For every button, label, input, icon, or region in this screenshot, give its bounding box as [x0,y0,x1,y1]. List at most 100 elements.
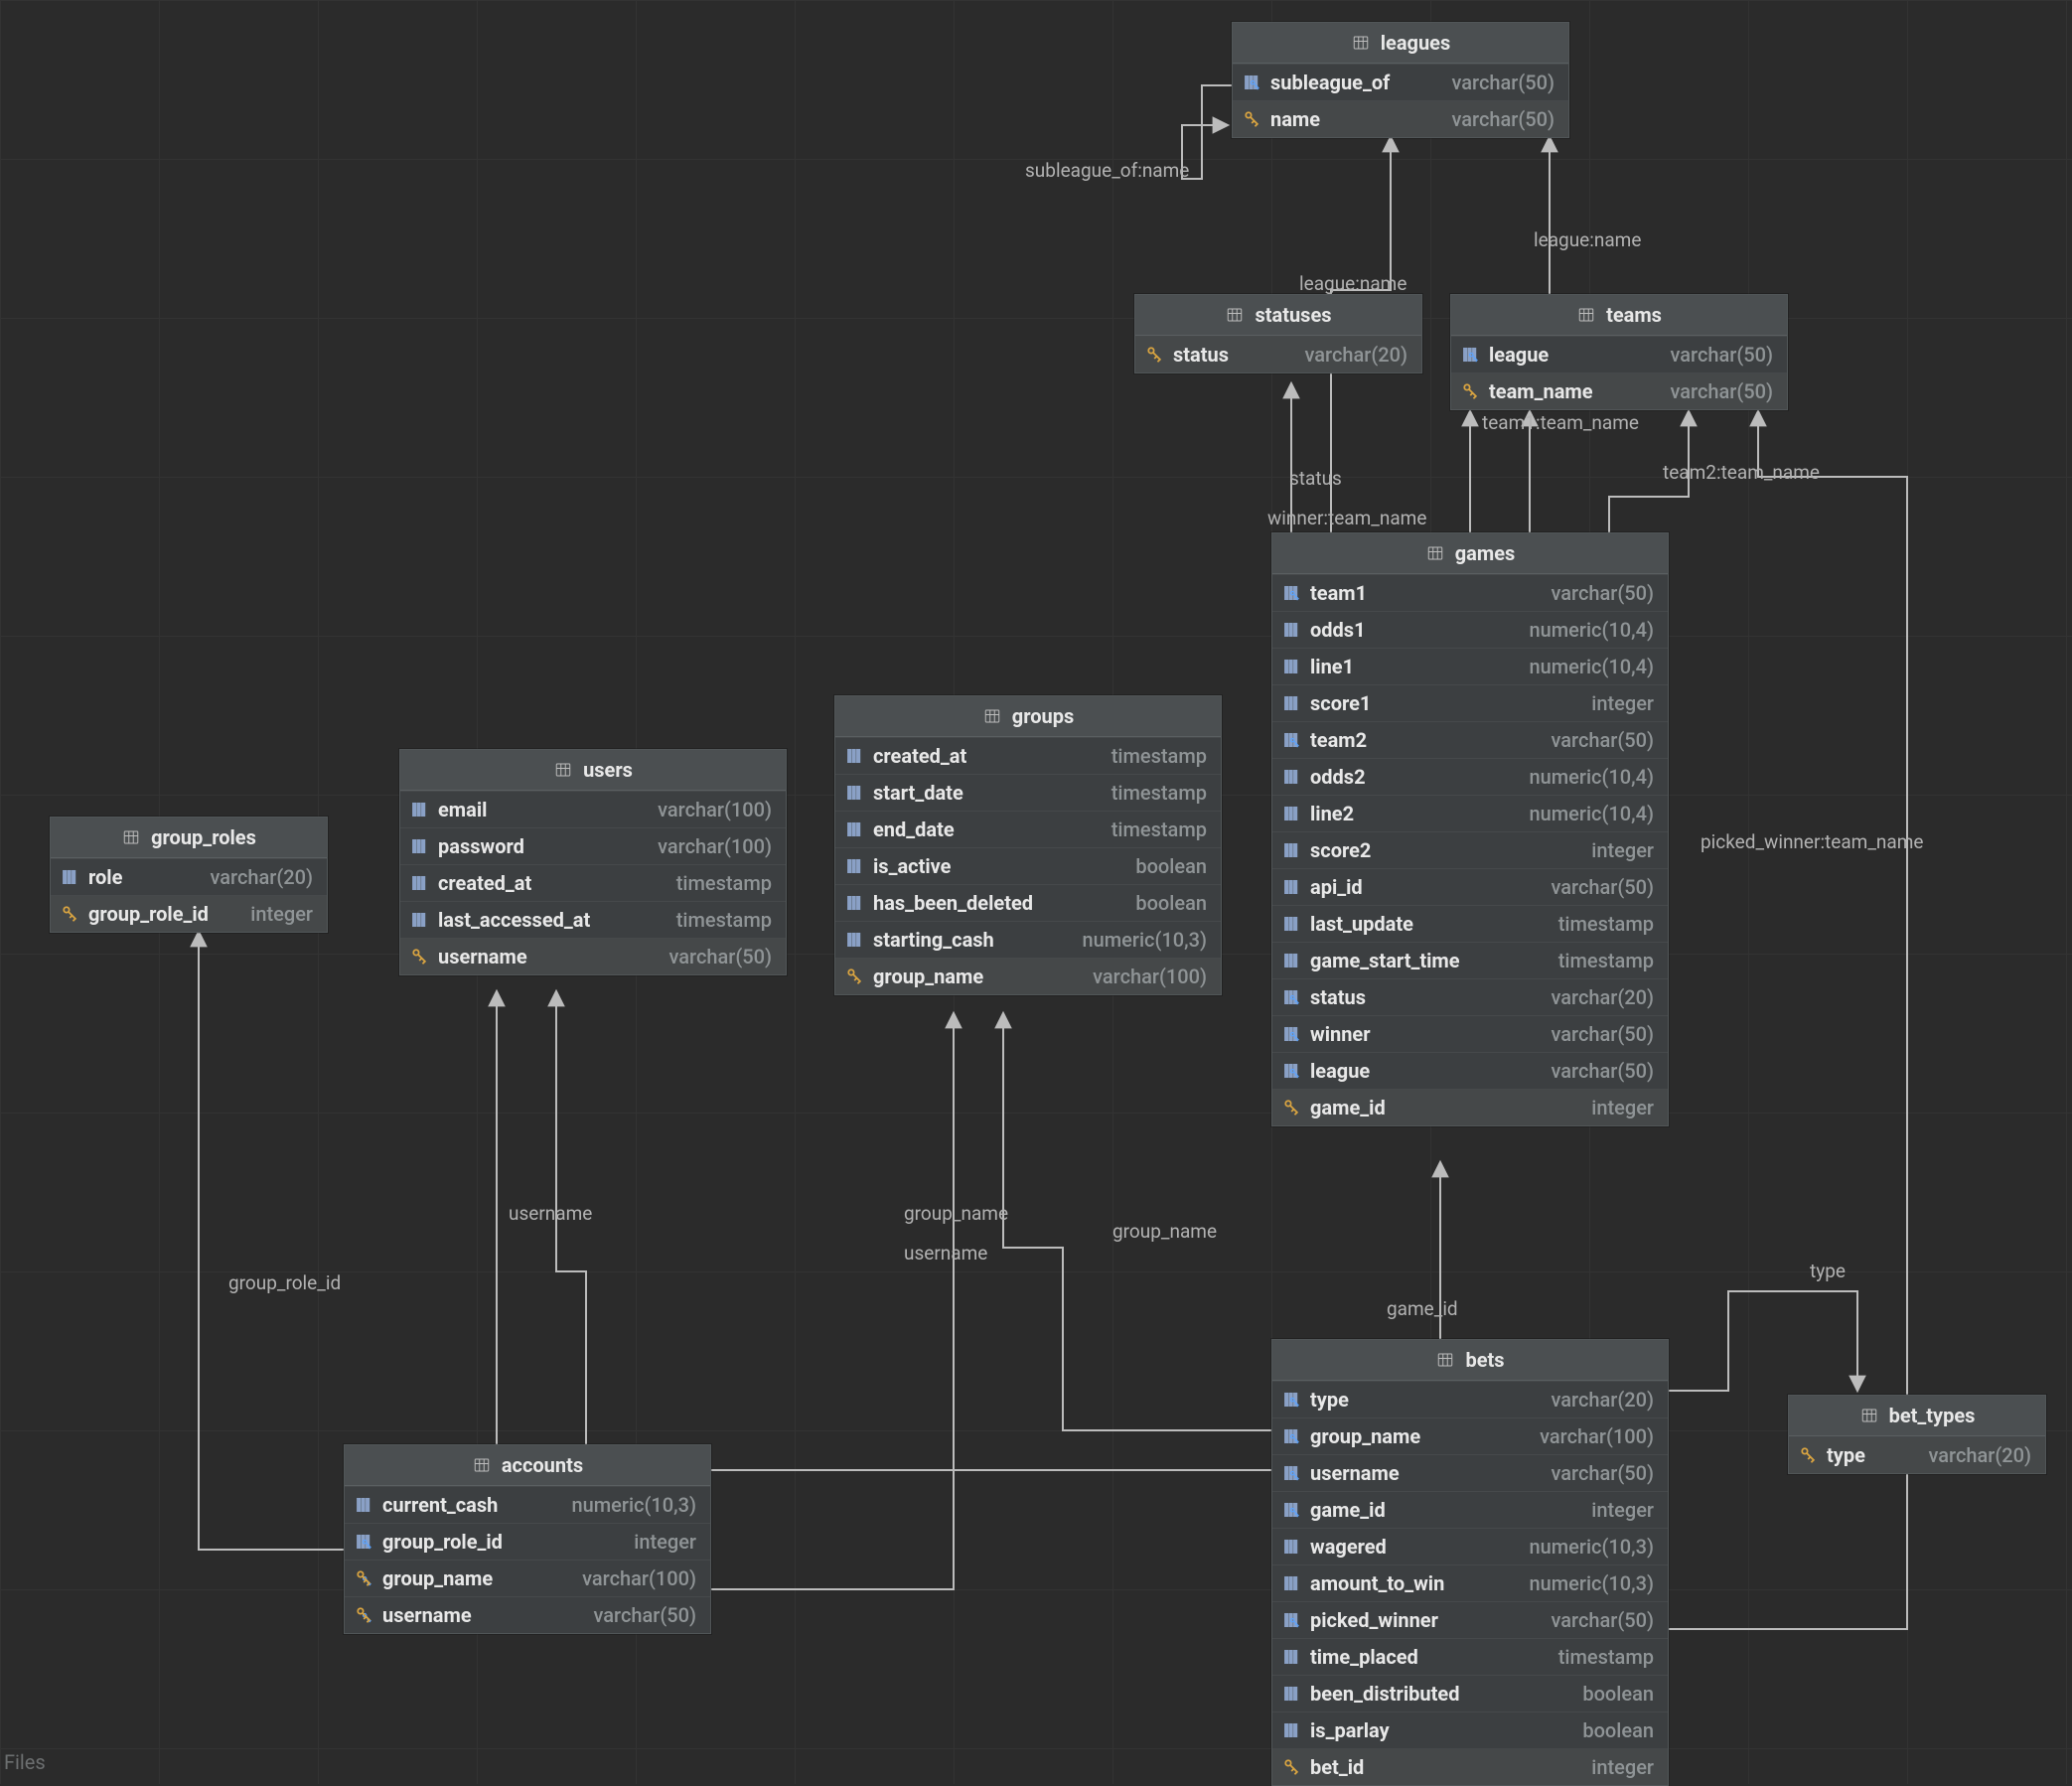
column-row[interactable]: team2varchar(50) [1272,721,1668,758]
table-header[interactable]: statuses [1135,295,1421,336]
column-row[interactable]: picked_winnervarchar(50) [1272,1601,1668,1638]
column-row[interactable]: is_parlayboolean [1272,1712,1668,1748]
column-row[interactable]: current_cashnumeric(10,3) [345,1486,710,1523]
column-row[interactable]: odds1 numeric(10,4) [1272,611,1668,648]
table-statuses[interactable]: statusesstatusvarchar(20) [1134,294,1422,373]
column-type: varchar(100) [658,798,772,821]
column-row[interactable]: typevarchar(20) [1789,1436,2045,1473]
edge-label: team1:team_name [1482,411,1639,434]
table-title: users [583,758,633,782]
column-col-icon [1282,1573,1302,1593]
column-row[interactable]: usernamevarchar(50) [400,938,786,974]
column-row[interactable]: leaguevarchar(50) [1272,1052,1668,1089]
column-row[interactable]: time_placedtimestamp [1272,1638,1668,1675]
column-row[interactable]: group_namevarchar(100) [345,1560,710,1596]
column-row[interactable]: last_accessed_attimestamp [400,901,786,938]
column-row[interactable]: usernamevarchar(50) [345,1596,710,1633]
column-row[interactable]: game_idinteger [1272,1089,1668,1125]
column-row[interactable]: line2numeric(10,4) [1272,795,1668,831]
table-header[interactable]: bet_types [1789,1396,2045,1436]
column-row[interactable]: rolevarchar(20) [51,858,327,895]
column-name: name [1270,107,1320,131]
table-header[interactable]: accounts [345,1445,710,1486]
column-row[interactable]: typevarchar(20) [1272,1381,1668,1417]
column-row[interactable]: winnervarchar(50) [1272,1015,1668,1052]
column-row[interactable]: amount_to_winnumeric(10,3) [1272,1564,1668,1601]
column-fk-icon [1282,1426,1302,1446]
diagram-canvas[interactable]: leaguessubleague_ofvarchar(50)namevarcha… [0,0,2072,1784]
column-row[interactable]: team_namevarchar(50) [1451,372,1787,409]
column-col-icon [410,836,430,856]
table-accounts[interactable]: accountscurrent_cashnumeric(10,3)group_r… [344,1444,711,1634]
edge-label: group_name [1112,1220,1217,1243]
column-type: varchar(100) [582,1566,696,1590]
column-row[interactable]: namevarchar(50) [1233,100,1568,137]
column-row[interactable]: score2integer [1272,831,1668,868]
table-header[interactable]: group_roles [51,818,327,858]
column-row[interactable]: group_namevarchar(100) [835,958,1221,994]
column-row[interactable]: has_been_deletedboolean [835,884,1221,921]
column-col-icon [1282,657,1302,676]
column-row[interactable]: game_idinteger [1272,1491,1668,1528]
column-row[interactable]: bet_idinteger [1272,1748,1668,1785]
table-group_roles[interactable]: group_rolesrolevarchar(20)group_role_idi… [50,817,328,933]
column-row[interactable]: created_attimestamp [400,864,786,901]
column-row[interactable]: odds2numeric(10,4) [1272,758,1668,795]
column-row[interactable]: usernamevarchar(50) [1272,1454,1668,1491]
table-games[interactable]: gamesteam1varchar(50)odds1numeric(10,4)l… [1271,532,1669,1126]
table-users[interactable]: users emailvarchar(100)passwordvarchar(10… [399,749,787,975]
column-row[interactable]: group_role_idinteger [51,895,327,932]
column-type: varchar(50) [1552,875,1655,899]
table-header[interactable]: users [400,750,786,791]
column-row[interactable]: created_attimestamp [835,737,1221,774]
column-name: bet_id [1310,1755,1364,1779]
table-leagues[interactable]: leaguessubleague_ofvarchar(50)namevarcha… [1232,22,1569,138]
column-name: start_date [873,781,963,805]
column-row[interactable]: been_distributedboolean [1272,1675,1668,1712]
table-bet_types[interactable]: bet_typestypevarchar(20) [1788,1395,2046,1474]
column-row[interactable]: last_updatetimestamp [1272,905,1668,942]
table-header[interactable]: games [1272,533,1668,574]
column-row[interactable]: end_datetimestamp [835,811,1221,847]
table-header[interactable]: leagues [1233,23,1568,64]
column-row[interactable]: wagerednumeric(10,3) [1272,1528,1668,1564]
table-header[interactable]: teams [1451,295,1787,336]
table-icon [1435,1350,1455,1370]
column-col-icon [410,910,430,930]
column-row[interactable]: statusvarchar(20) [1135,336,1421,372]
column-row[interactable]: api_idvarchar(50) [1272,868,1668,905]
column-pk-icon [61,904,80,924]
table-teams[interactable]: teamsleaguevarchar(50)team_namevarchar(5… [1450,294,1788,410]
column-row[interactable]: group_role_idinteger [345,1523,710,1560]
column-type: integer [1591,691,1654,715]
column-type: timestamp [1558,1645,1654,1669]
column-row[interactable]: score1integer [1272,684,1668,721]
table-header[interactable]: groups [835,696,1221,737]
column-name: game_id [1310,1498,1386,1522]
table-header[interactable]: bets [1272,1340,1668,1381]
column-row[interactable]: statusvarchar(20) [1272,978,1668,1015]
column-row[interactable]: game_start_timetimestamp [1272,942,1668,978]
table-icon [553,760,573,780]
column-name: team1 [1310,581,1367,605]
column-fk-icon [1282,583,1302,603]
column-row[interactable]: subleague_ofvarchar(50) [1233,64,1568,100]
column-row[interactable]: passwordvarchar(100) [400,827,786,864]
column-row[interactable]: team1varchar(50) [1272,574,1668,611]
column-name: odds1 [1310,618,1366,642]
column-row[interactable]: emailvarchar(100) [400,791,786,827]
column-row[interactable]: leaguevarchar(50) [1451,336,1787,372]
column-name: type [1827,1443,1865,1467]
column-row[interactable]: group_namevarchar(100) [1272,1417,1668,1454]
column-row[interactable]: is_activeboolean [835,847,1221,884]
table-bets[interactable]: betstypevarchar(20)group_namevarchar(100… [1271,1339,1669,1786]
column-row[interactable]: line1numeric(10,4) [1272,648,1668,684]
column-row[interactable]: starting_cashnumeric(10,3) [835,921,1221,958]
column-row[interactable]: start_datetimestamp [835,774,1221,811]
table-icon [121,827,141,847]
table-groups[interactable]: groupscreated_attimestampstart_datetimes… [834,695,1222,995]
column-type: varchar(100) [658,834,772,858]
column-type: numeric(10,4) [1530,618,1655,642]
column-name: score2 [1310,838,1371,862]
column-type: numeric(10,4) [1530,765,1655,789]
